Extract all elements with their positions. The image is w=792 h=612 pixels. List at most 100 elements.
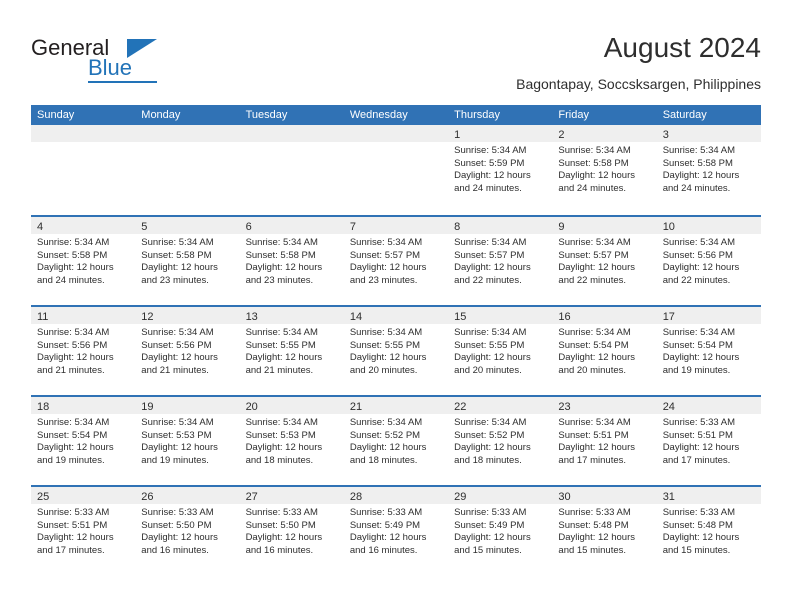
day-details: Sunrise: 5:34 AM Sunset: 5:54 PM Daylight:… xyxy=(657,324,761,377)
day-details: Sunrise: 5:34 AM Sunset: 5:56 PM Daylight:… xyxy=(31,324,135,377)
day-number-band: 5 xyxy=(135,217,240,234)
calendar-day-cell[interactable]: 7 Sunrise: 5:34 AM Sunset: 5:57 PM Daylight… xyxy=(343,217,449,305)
calendar-day-cell[interactable]: 28 Sunrise: 5:33 AM Sunset: 5:49 PM Dayligh… xyxy=(343,487,449,575)
day-details: Sunrise: 5:34 AM Sunset: 5:52 PM Daylight:… xyxy=(344,414,448,467)
day-detail-line: Sunrise: 5:33 AM xyxy=(349,507,423,518)
day-number: 14 xyxy=(349,311,363,323)
calendar-week-row: 25 Sunrise: 5:33 AM Sunset: 5:51 PM Dayligh… xyxy=(31,485,761,575)
day-details: Sunrise: 5:34 AM Sunset: 5:54 PM Daylight:… xyxy=(31,414,135,467)
day-number: 13 xyxy=(245,311,258,323)
calendar-day-cell[interactable]: 8 Sunrise: 5:34 AM Sunset: 5:57 PM Daylight… xyxy=(448,217,553,305)
day-number: 8 xyxy=(454,221,461,233)
calendar-day-cell[interactable]: 31 Sunrise: 5:33 AM Sunset: 5:48 PM Dayligh… xyxy=(656,487,761,575)
day-detail-line: Daylight: 12 hours xyxy=(558,442,635,454)
day-number-band: 3 xyxy=(656,125,761,142)
calendar-day-cell[interactable]: 16 Sunrise: 5:34 AM Sunset: 5:54 PM Dayligh… xyxy=(552,307,657,395)
calendar-day-cell[interactable]: 17 Sunrise: 5:34 AM Sunset: 5:54 PM Dayligh… xyxy=(656,307,761,395)
day-detail-line: Sunset: 5:58 PM xyxy=(37,249,108,261)
calendar-day-cell[interactable]: 24 Sunrise: 5:33 AM Sunset: 5:51 PM Dayligh… xyxy=(656,397,761,485)
day-detail-line: Daylight: 12 hours xyxy=(349,262,427,274)
day-number-band: 20 xyxy=(239,397,344,414)
day-number-band xyxy=(135,125,240,142)
day-detail-line: Daylight: 12 hours xyxy=(37,442,114,454)
calendar-day-cell[interactable]: 4 Sunrise: 5:34 AM Sunset: 5:58 PM Daylight… xyxy=(31,217,136,305)
day-detail-line: Daylight: 12 hours xyxy=(558,262,635,274)
day-details: Sunrise: 5:33 AM Sunset: 5:51 PM Daylight:… xyxy=(31,504,135,557)
day-number-band: 8 xyxy=(448,217,553,234)
day-details: Sunrise: 5:34 AM Sunset: 5:53 PM Daylight:… xyxy=(240,414,344,467)
day-number-band: 27 xyxy=(239,487,344,504)
weekday-header-wednesday: Wednesday xyxy=(349,109,408,121)
day-number-band: 12 xyxy=(135,307,240,324)
day-number-band: 26 xyxy=(135,487,240,504)
calendar-day-cell[interactable]: 27 Sunrise: 5:33 AM Sunset: 5:50 PM Dayligh… xyxy=(239,487,344,575)
day-details: Sunrise: 5:34 AM Sunset: 5:52 PM Daylight:… xyxy=(448,414,552,467)
calendar-day-cell-empty xyxy=(135,125,240,215)
day-detail-line: Daylight: 12 hours xyxy=(349,532,427,544)
calendar-day-cell[interactable]: 29 Sunrise: 5:33 AM Sunset: 5:49 PM Dayligh… xyxy=(448,487,553,575)
calendar-page: General Blue August 2024 Bagontapay, Soc… xyxy=(0,0,792,612)
day-detail-line: Daylight: 12 hours xyxy=(454,170,531,182)
calendar-day-cell[interactable]: 1 Sunrise: 5:34 AM Sunset: 5:59 PM Daylight… xyxy=(448,125,553,215)
day-detail-line: and 24 minutes. xyxy=(662,182,731,194)
day-number: 20 xyxy=(245,401,258,413)
calendar-day-cell[interactable]: 15 Sunrise: 5:34 AM Sunset: 5:55 PM Dayligh… xyxy=(448,307,553,395)
day-detail-line: Sunrise: 5:34 AM xyxy=(349,237,423,248)
calendar-day-cell[interactable]: 13 Sunrise: 5:34 AM Sunset: 5:55 PM Dayligh… xyxy=(239,307,344,395)
day-number-band: 11 xyxy=(31,307,136,324)
day-number: 2 xyxy=(558,129,565,141)
calendar-day-cell[interactable]: 6 Sunrise: 5:34 AM Sunset: 5:58 PM Daylight… xyxy=(239,217,344,305)
day-detail-line: Daylight: 12 hours xyxy=(662,352,740,364)
calendar-day-cell[interactable]: 25 Sunrise: 5:33 AM Sunset: 5:51 PM Dayligh… xyxy=(31,487,136,575)
day-details: Sunrise: 5:34 AM Sunset: 5:57 PM Daylight:… xyxy=(552,234,656,287)
calendar-day-cell[interactable]: 3 Sunrise: 5:34 AM Sunset: 5:58 PM Daylight… xyxy=(656,125,761,215)
day-detail-line: and 22 minutes. xyxy=(662,274,731,286)
calendar-day-cell[interactable]: 30 Sunrise: 5:33 AM Sunset: 5:48 PM Dayligh… xyxy=(552,487,657,575)
day-detail-line: Sunset: 5:55 PM xyxy=(349,339,421,351)
day-number-band: 9 xyxy=(552,217,657,234)
day-detail-line: Daylight: 12 hours xyxy=(141,352,218,364)
calendar-day-cell[interactable]: 12 Sunrise: 5:34 AM Sunset: 5:56 PM Dayligh… xyxy=(135,307,240,395)
calendar-day-cell[interactable]: 26 Sunrise: 5:33 AM Sunset: 5:50 PM Dayligh… xyxy=(135,487,240,575)
calendar-day-cell[interactable]: 22 Sunrise: 5:34 AM Sunset: 5:52 PM Dayligh… xyxy=(448,397,553,485)
day-number-band xyxy=(31,125,136,142)
brand-logo[interactable]: General Blue xyxy=(31,36,191,83)
day-detail-line: Daylight: 12 hours xyxy=(558,352,635,364)
calendar-day-cell[interactable]: 18 Sunrise: 5:34 AM Sunset: 5:54 PM Dayligh… xyxy=(31,397,136,485)
day-detail-line: Daylight: 12 hours xyxy=(662,262,740,274)
day-details: Sunrise: 5:34 AM Sunset: 5:58 PM Daylight:… xyxy=(31,234,135,287)
day-detail-line: Daylight: 12 hours xyxy=(37,532,114,544)
calendar-day-cell[interactable]: 5 Sunrise: 5:34 AM Sunset: 5:58 PM Daylight… xyxy=(135,217,240,305)
day-detail-line: Sunrise: 5:34 AM xyxy=(454,327,527,338)
calendar-day-cell[interactable]: 23 Sunrise: 5:34 AM Sunset: 5:51 PM Dayligh… xyxy=(552,397,657,485)
day-number-band: 24 xyxy=(656,397,761,414)
day-detail-line: Sunset: 5:55 PM xyxy=(454,339,525,351)
day-detail-line: Sunrise: 5:33 AM xyxy=(558,507,631,518)
day-number-band: 28 xyxy=(343,487,449,504)
day-detail-line: Sunrise: 5:33 AM xyxy=(662,417,736,428)
calendar-day-cell[interactable]: 19 Sunrise: 5:34 AM Sunset: 5:53 PM Dayligh… xyxy=(135,397,240,485)
day-number: 17 xyxy=(662,311,675,323)
day-details: Sunrise: 5:34 AM Sunset: 5:53 PM Daylight:… xyxy=(135,414,239,467)
day-details: Sunrise: 5:34 AM Sunset: 5:59 PM Daylight:… xyxy=(448,142,552,195)
calendar-day-cell[interactable]: 11 Sunrise: 5:34 AM Sunset: 5:56 PM Dayligh… xyxy=(31,307,136,395)
page-subtitle: Bagontapay, Soccsksargen, Philippines xyxy=(516,76,761,92)
day-number: 12 xyxy=(141,311,154,323)
calendar-week-row: 11 Sunrise: 5:34 AM Sunset: 5:56 PM Dayligh… xyxy=(31,305,761,395)
calendar-day-cell[interactable]: 10 Sunrise: 5:34 AM Sunset: 5:56 PM Dayligh… xyxy=(656,217,761,305)
calendar-day-cell[interactable]: 9 Sunrise: 5:34 AM Sunset: 5:57 PM Daylight… xyxy=(552,217,657,305)
day-number: 16 xyxy=(558,311,571,323)
calendar-day-cell[interactable]: 21 Sunrise: 5:34 AM Sunset: 5:52 PM Dayligh… xyxy=(343,397,449,485)
day-number: 11 xyxy=(37,311,49,323)
calendar-day-cell[interactable]: 14 Sunrise: 5:34 AM Sunset: 5:55 PM Dayligh… xyxy=(343,307,449,395)
day-detail-line: Daylight: 12 hours xyxy=(558,532,635,544)
day-number-band: 14 xyxy=(343,307,449,324)
day-detail-line: Daylight: 12 hours xyxy=(662,442,740,454)
day-detail-line: and 20 minutes. xyxy=(454,364,522,376)
calendar-day-cell[interactable]: 2 Sunrise: 5:34 AM Sunset: 5:58 PM Daylight… xyxy=(552,125,657,215)
page-header: General Blue August 2024 Bagontapay, Soc… xyxy=(0,0,792,104)
day-number: 15 xyxy=(454,311,467,323)
calendar-day-cell[interactable]: 20 Sunrise: 5:34 AM Sunset: 5:53 PM Dayligh… xyxy=(239,397,344,485)
day-detail-line: Sunset: 5:52 PM xyxy=(454,429,525,441)
day-detail-line: Sunset: 5:50 PM xyxy=(245,519,316,531)
